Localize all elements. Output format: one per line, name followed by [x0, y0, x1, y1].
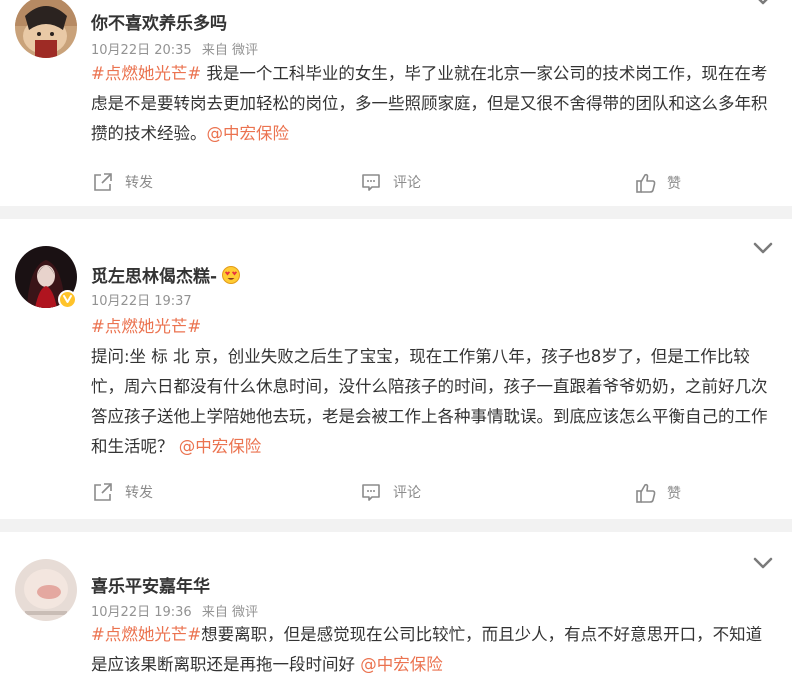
- post-date[interactable]: 10月22日 20:35: [91, 43, 192, 58]
- heart-eyes-emoji-icon: [222, 266, 241, 284]
- repost-icon: [94, 483, 112, 501]
- like-icon: [636, 173, 656, 193]
- comment-button[interactable]: 评论: [361, 172, 421, 192]
- chevron-down-icon[interactable]: [752, 556, 774, 570]
- comment-button[interactable]: 评论: [361, 482, 421, 502]
- post-body-block: 提问:坐 标 北 京，创业失败之后生了宝宝，现在工作第八年，孩子也8岁了，但是工…: [91, 342, 771, 462]
- mention-link[interactable]: @中宏保险: [360, 655, 443, 674]
- username[interactable]: 喜乐平安嘉年华: [91, 572, 210, 597]
- like-label: 赞: [667, 486, 681, 502]
- post-card: 觅左思林偈杰糕- 10月22日 19:37 #点燃她光芒# 提问:坐 标 北 京…: [0, 219, 792, 519]
- repost-label: 转发: [125, 485, 153, 501]
- post-source: 来自 微评: [201, 605, 258, 620]
- verified-badge-icon: [58, 290, 77, 309]
- like-button[interactable]: 赞: [635, 172, 681, 194]
- action-bar: 转发 评论 赞: [0, 482, 792, 506]
- action-bar: 转发 评论 赞: [0, 172, 792, 196]
- post-date[interactable]: 10月22日 19:36: [91, 605, 192, 620]
- like-icon: [636, 483, 656, 503]
- chevron-down-icon[interactable]: [752, 241, 774, 255]
- mention-link[interactable]: @中宏保险: [179, 437, 262, 456]
- avatar[interactable]: [15, 0, 77, 58]
- repost-icon: [94, 173, 112, 191]
- comment-icon: [362, 484, 380, 501]
- like-label: 赞: [667, 176, 681, 192]
- comment-icon: [362, 174, 380, 191]
- chevron-down-icon[interactable]: [752, 0, 774, 6]
- post-meta: 10月22日 20:35 来自 微评: [91, 39, 264, 58]
- like-button[interactable]: 赞: [635, 482, 681, 504]
- username[interactable]: 觅左思林偈杰糕-: [91, 262, 241, 287]
- post-card: 你不喜欢养乐多吗 10月22日 20:35 来自 微评 #点燃她光芒# 我是一个…: [0, 0, 792, 206]
- post-text: #点燃她光芒#想要离职，但是感觉现在公司比较忙，而且少人，有点不好意思开口，不知…: [91, 620, 771, 680]
- topic-link[interactable]: #点燃她光芒#: [91, 64, 201, 83]
- post-text: #点燃她光芒# 提问:坐 标 北 京，创业失败之后生了宝宝，现在工作第八年，孩子…: [91, 312, 771, 462]
- post-meta: 10月22日 19:36 来自 微评: [91, 601, 264, 620]
- post-card: 喜乐平安嘉年华 10月22日 19:36 来自 微评 #点燃她光芒#想要离职，但…: [0, 532, 792, 691]
- username-text: 觅左思林偈杰糕-: [91, 267, 218, 287]
- repost-button[interactable]: 转发: [93, 482, 153, 502]
- avatar[interactable]: [15, 559, 77, 621]
- post-text: #点燃她光芒# 我是一个工科毕业的女生，毕了业就在北京一家公司的技术岗工作，现在…: [91, 59, 771, 149]
- repost-label: 转发: [125, 175, 153, 191]
- mention-link[interactable]: @中宏保险: [207, 124, 290, 143]
- repost-button[interactable]: 转发: [93, 172, 153, 192]
- post-source: 来自 微评: [201, 43, 258, 58]
- post-meta: 10月22日 19:37: [91, 290, 198, 309]
- comment-label: 评论: [393, 485, 421, 501]
- username[interactable]: 你不喜欢养乐多吗: [91, 9, 227, 34]
- topic-link[interactable]: #点燃她光芒#: [91, 625, 201, 644]
- post-date[interactable]: 10月22日 19:37: [91, 294, 192, 309]
- topic-link[interactable]: #点燃她光芒#: [91, 312, 771, 342]
- comment-label: 评论: [393, 175, 421, 191]
